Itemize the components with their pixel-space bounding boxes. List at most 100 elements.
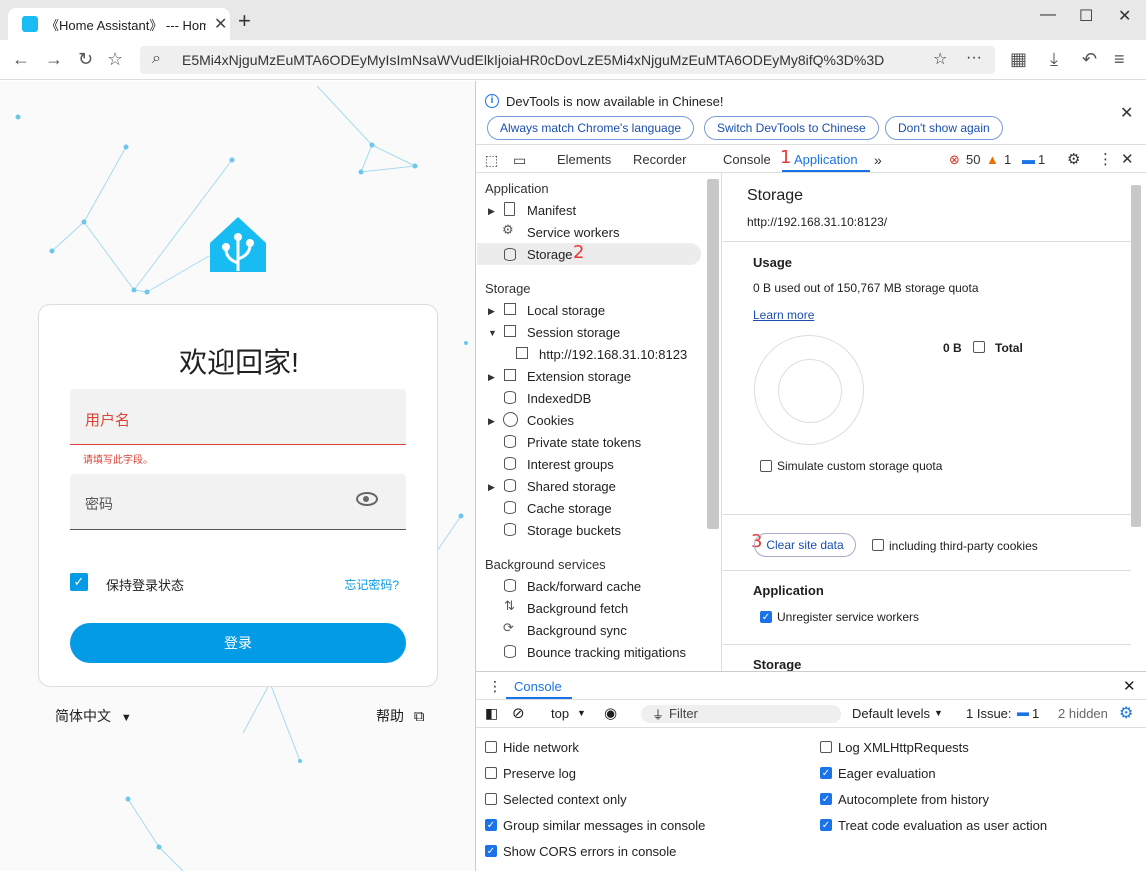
live-expression-eye-icon[interactable]: ◉ xyxy=(604,704,617,722)
new-tab-icon[interactable]: + xyxy=(238,8,251,34)
sidebar-item-session-storage[interactable]: Session storage xyxy=(527,325,620,340)
tab-recorder[interactable]: Recorder xyxy=(633,152,686,167)
apps-icon[interactable]: ▦ xyxy=(1010,49,1027,70)
language-select[interactable]: 简体中文 ▼ xyxy=(55,706,132,726)
more-icon[interactable]: ··· xyxy=(966,49,982,67)
inspect-element-icon[interactable]: ⬚ xyxy=(485,152,498,169)
table-icon xyxy=(504,369,516,381)
sidebar-item-bounce-tracking[interactable]: Bounce tracking mitigations xyxy=(527,645,686,660)
console-settings-gear-icon[interactable]: ⚙ xyxy=(1119,703,1133,723)
issues-label[interactable]: 1 Issue: xyxy=(966,706,1012,721)
sidebar-scrollbar[interactable] xyxy=(707,179,719,529)
log-levels-select[interactable]: Default levels xyxy=(852,706,930,721)
login-button[interactable]: 登录 xyxy=(70,623,406,663)
console-setting-checkbox[interactable]: ✓ xyxy=(820,793,832,805)
infobar-close-icon[interactable]: ✕ xyxy=(1120,103,1133,123)
settings-gear-icon[interactable]: ⚙ xyxy=(1067,150,1080,168)
forgot-password-link[interactable]: 忘记密码? xyxy=(344,576,399,593)
console-setting-checkbox[interactable] xyxy=(820,741,832,753)
third-party-cookies-checkbox[interactable] xyxy=(872,539,884,551)
console-setting-checkbox[interactable]: ✓ xyxy=(485,845,497,857)
help-link[interactable]: 帮助 ⧉ xyxy=(376,706,425,726)
drawer-tab-console[interactable]: Console xyxy=(514,679,562,694)
help-label: 帮助 xyxy=(376,708,404,724)
expand-triangle-icon[interactable]: ▶ xyxy=(488,416,495,427)
tab-console[interactable]: Console xyxy=(723,152,771,167)
console-setting-checkbox[interactable] xyxy=(485,793,497,805)
tab-elements[interactable]: Elements xyxy=(557,152,611,167)
maximize-icon[interactable]: ☐ xyxy=(1079,6,1093,26)
browser-tab[interactable]: 《Home Assistant》 --- Hom ✕ xyxy=(8,8,230,40)
context-select[interactable]: top xyxy=(551,706,569,721)
close-drawer-icon[interactable]: ✕ xyxy=(1123,677,1136,695)
console-setting-checkbox[interactable]: ✓ xyxy=(485,819,497,831)
tab-application[interactable]: Application xyxy=(794,152,858,167)
sidebar-item-background-sync[interactable]: Background sync xyxy=(527,623,627,638)
message-count-icon[interactable]: ▬ xyxy=(1022,152,1035,167)
warning-count-icon[interactable]: ▲ xyxy=(986,152,999,167)
console-setting-checkbox[interactable] xyxy=(485,767,497,779)
always-match-language-button[interactable]: Always match Chrome's language xyxy=(487,116,695,140)
tab-close-icon[interactable]: ✕ xyxy=(214,14,227,34)
table-icon xyxy=(504,325,516,337)
main-scrollbar[interactable] xyxy=(1131,185,1141,527)
kebab-menu-icon[interactable]: ⋮ xyxy=(1098,150,1113,168)
console-setting-checkbox[interactable] xyxy=(485,741,497,753)
learn-more-link[interactable]: Learn more xyxy=(753,308,814,322)
back-icon[interactable]: ← xyxy=(12,49,30,70)
bookmark-star-icon[interactable]: ☆ xyxy=(933,49,947,69)
console-setting-checkbox[interactable]: ✓ xyxy=(820,819,832,831)
simulate-quota-checkbox[interactable] xyxy=(760,460,772,472)
device-toolbar-icon[interactable]: ▭ xyxy=(513,152,526,169)
sidebar-item-cache-storage[interactable]: Cache storage xyxy=(527,501,612,516)
sidebar-item-interest-groups[interactable]: Interest groups xyxy=(527,457,614,472)
undo-icon[interactable]: ↶ xyxy=(1082,49,1097,70)
sidebar-item-manifest[interactable]: Manifest xyxy=(527,203,576,218)
sidebar-item-background-fetch[interactable]: Background fetch xyxy=(527,601,628,616)
forward-icon[interactable]: → xyxy=(45,49,63,70)
sidebar-item-storage[interactable]: Storage xyxy=(527,247,573,262)
search-icon: ⌕ xyxy=(152,50,161,67)
close-devtools-icon[interactable]: ✕ xyxy=(1121,150,1134,168)
address-bar[interactable]: ⌕ E5Mi4xNjguMzEuMTA6ODEyMyIsImNsaWVudElk… xyxy=(140,46,995,74)
switch-to-chinese-button[interactable]: Switch DevTools to Chinese xyxy=(704,116,879,140)
expand-triangle-icon[interactable]: ▶ xyxy=(488,372,495,383)
drawer-menu-icon[interactable]: ⋮ xyxy=(488,678,502,695)
show-password-icon[interactable] xyxy=(356,492,378,506)
sidebar-item-storage-buckets[interactable]: Storage buckets xyxy=(527,523,621,538)
stay-logged-in-checkbox[interactable]: ✓ xyxy=(70,573,88,591)
console-setting-label: Eager evaluation xyxy=(838,766,936,781)
sidebar-item-service-workers[interactable]: Service workers xyxy=(527,225,619,240)
expand-triangle-icon[interactable]: ▶ xyxy=(488,206,495,217)
expand-triangle-icon[interactable]: ▶ xyxy=(488,482,495,493)
sidebar-item-private-state-tokens[interactable]: Private state tokens xyxy=(527,435,641,450)
close-window-icon[interactable]: ✕ xyxy=(1118,6,1131,26)
username-field[interactable]: 用户名 xyxy=(70,389,406,445)
sidebar-toggle-icon[interactable]: ◧ xyxy=(485,705,498,722)
expand-triangle-icon[interactable]: ▶ xyxy=(488,306,495,317)
reload-icon[interactable]: ↻ xyxy=(78,49,93,70)
sidebar-item-bfcache[interactable]: Back/forward cache xyxy=(527,579,641,594)
sidebar-item-local-storage[interactable]: Local storage xyxy=(527,303,605,318)
collapse-triangle-icon[interactable]: ▼ xyxy=(488,328,497,338)
sidebar-item-session-origin[interactable]: http://192.168.31.10:8123 xyxy=(539,347,687,362)
error-count-icon[interactable]: ⊗ xyxy=(949,152,960,168)
sidebar-item-cookies[interactable]: Cookies xyxy=(527,413,574,428)
clear-site-data-button[interactable]: Clear site data xyxy=(754,533,856,557)
unregister-sw-checkbox[interactable]: ✓ xyxy=(760,611,772,623)
sidebar-item-shared-storage[interactable]: Shared storage xyxy=(527,479,616,494)
menu-icon[interactable]: ≡ xyxy=(1114,49,1125,70)
favorites-icon[interactable]: ☆ xyxy=(107,49,123,70)
more-tabs-icon[interactable]: » xyxy=(874,152,882,168)
dont-show-again-button[interactable]: Don't show again xyxy=(885,116,1003,140)
sidebar-item-extension-storage[interactable]: Extension storage xyxy=(527,369,631,384)
minimize-icon[interactable]: — xyxy=(1040,6,1056,24)
download-icon[interactable]: ⤓ xyxy=(1050,49,1058,70)
chevron-down-icon: ▼ xyxy=(934,708,943,718)
password-field[interactable]: 密码 xyxy=(70,474,406,530)
sidebar-item-indexeddb[interactable]: IndexedDB xyxy=(527,391,591,406)
console-setting-checkbox[interactable]: ✓ xyxy=(820,767,832,779)
console-filter-input[interactable]: Filter xyxy=(641,705,841,723)
clear-console-icon[interactable]: ⊘ xyxy=(512,704,525,722)
language-label: 简体中文 xyxy=(55,708,111,724)
